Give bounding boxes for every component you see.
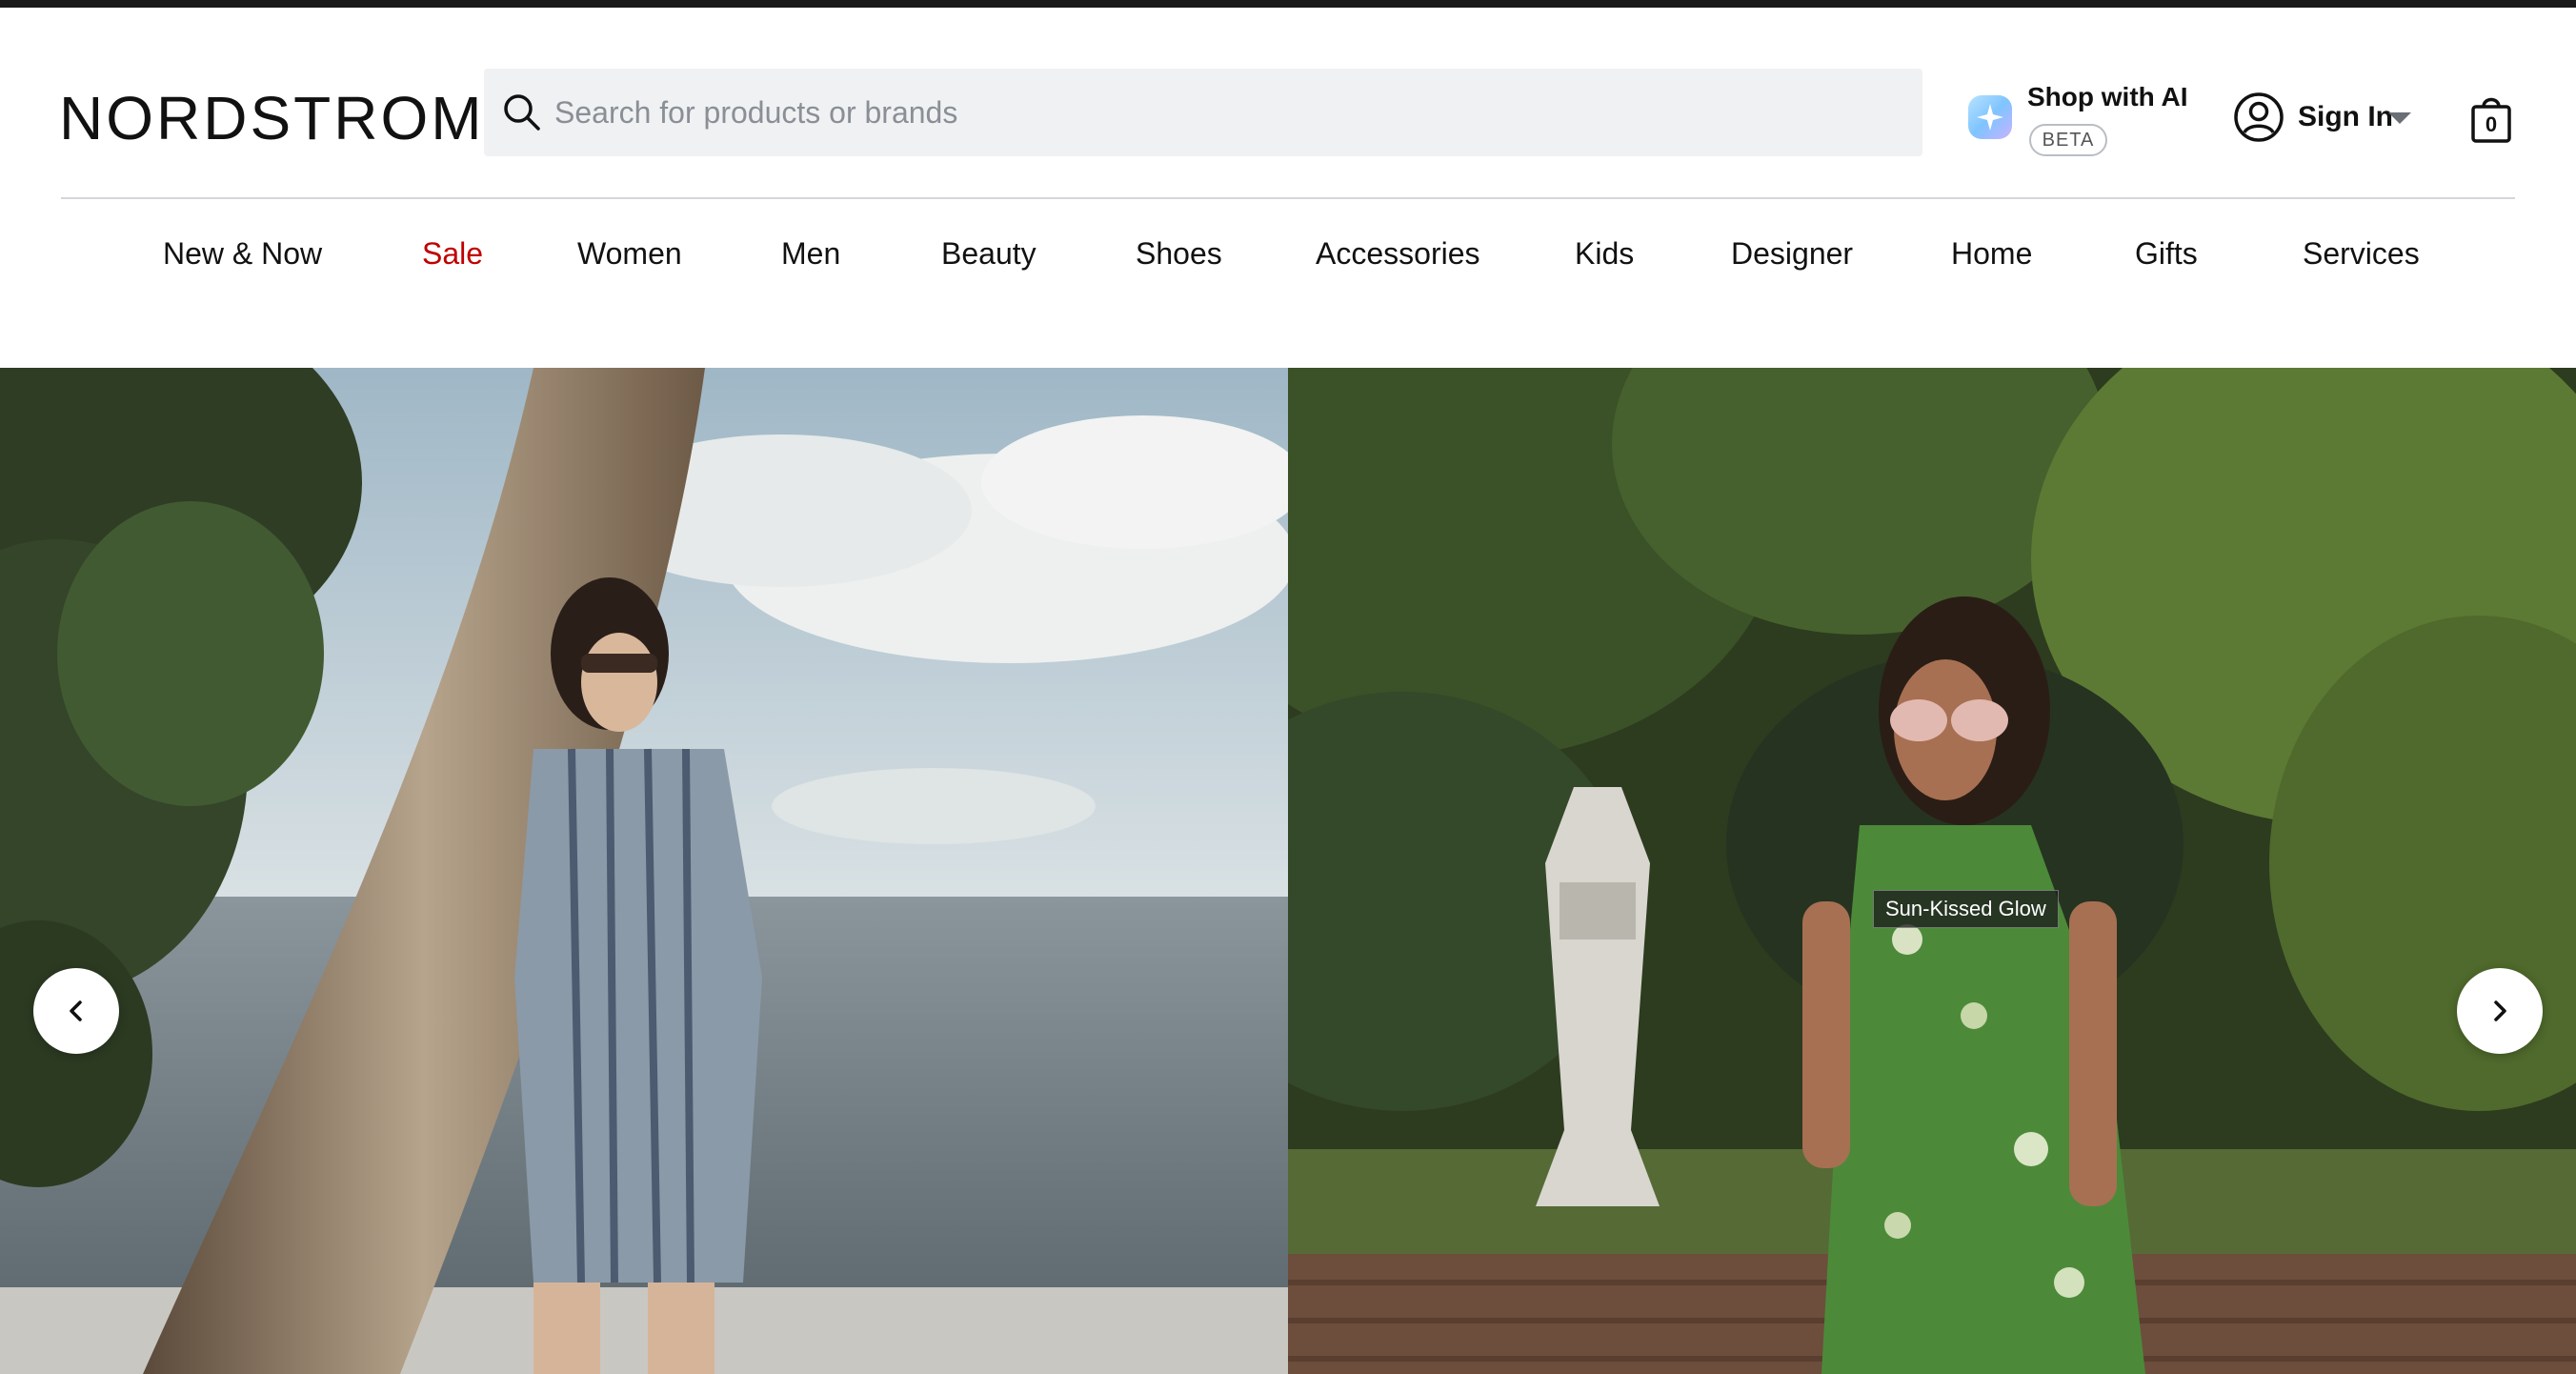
hero-slide-garden[interactable]: [1288, 368, 2576, 1374]
carousel-prev-button[interactable]: [33, 968, 119, 1054]
hero-product-tag[interactable]: Sun-Kissed Glow: [1873, 890, 2059, 928]
beta-badge: BETA: [2029, 124, 2107, 156]
carousel-next-button[interactable]: [2457, 968, 2543, 1054]
sign-in-button[interactable]: Sign In: [2233, 91, 2424, 145]
category-nav: New & Now Sale Women Men Beauty Shoes Ac…: [0, 236, 2576, 297]
site-header: NORDSTROM Shop with AI BETA: [0, 8, 2576, 198]
chevron-right-icon: [2494, 1000, 2506, 1021]
top-bar: [0, 0, 2576, 8]
nav-item-designer[interactable]: Designer: [1731, 236, 1853, 272]
nav-item-home[interactable]: Home: [1951, 236, 2032, 272]
search-icon[interactable]: [501, 91, 543, 133]
nav-item-new-now[interactable]: New & Now: [163, 236, 322, 272]
search-input[interactable]: [553, 69, 1905, 156]
header-divider: [61, 197, 2515, 199]
nav-item-beauty[interactable]: Beauty: [941, 236, 1036, 272]
hero-carousel: Sun-Kissed Glow: [0, 368, 2576, 1374]
nordstrom-logo[interactable]: NORDSTROM: [59, 88, 485, 149]
hero-slide-beach[interactable]: [0, 368, 1288, 1374]
user-circle-icon: [2234, 92, 2284, 142]
nav-item-gifts[interactable]: Gifts: [2135, 236, 2198, 272]
nav-item-men[interactable]: Men: [781, 236, 840, 272]
nav-item-women[interactable]: Women: [577, 236, 682, 272]
sparkle-icon: [1968, 95, 2012, 139]
nav-item-services[interactable]: Services: [2303, 236, 2420, 272]
shop-with-ai-label: Shop with AI: [2027, 82, 2188, 111]
nav-item-sale[interactable]: Sale: [422, 236, 483, 272]
bag-count: 0: [2485, 112, 2498, 136]
caret-down-icon: [2388, 112, 2411, 124]
nav-item-accessories[interactable]: Accessories: [1316, 236, 1480, 272]
nav-item-shoes[interactable]: Shoes: [1136, 236, 1222, 272]
shop-with-ai-button[interactable]: Shop with AI BETA: [1964, 74, 2193, 166]
chevron-left-icon: [70, 1000, 82, 1021]
garden-photo: [1288, 368, 2576, 1374]
nav-item-kids[interactable]: Kids: [1575, 236, 1634, 272]
shopping-bag-button[interactable]: 0: [2469, 91, 2513, 145]
beach-photo: [0, 368, 1288, 1374]
search-bar[interactable]: [484, 69, 1922, 156]
sign-in-label: Sign In: [2298, 101, 2393, 132]
